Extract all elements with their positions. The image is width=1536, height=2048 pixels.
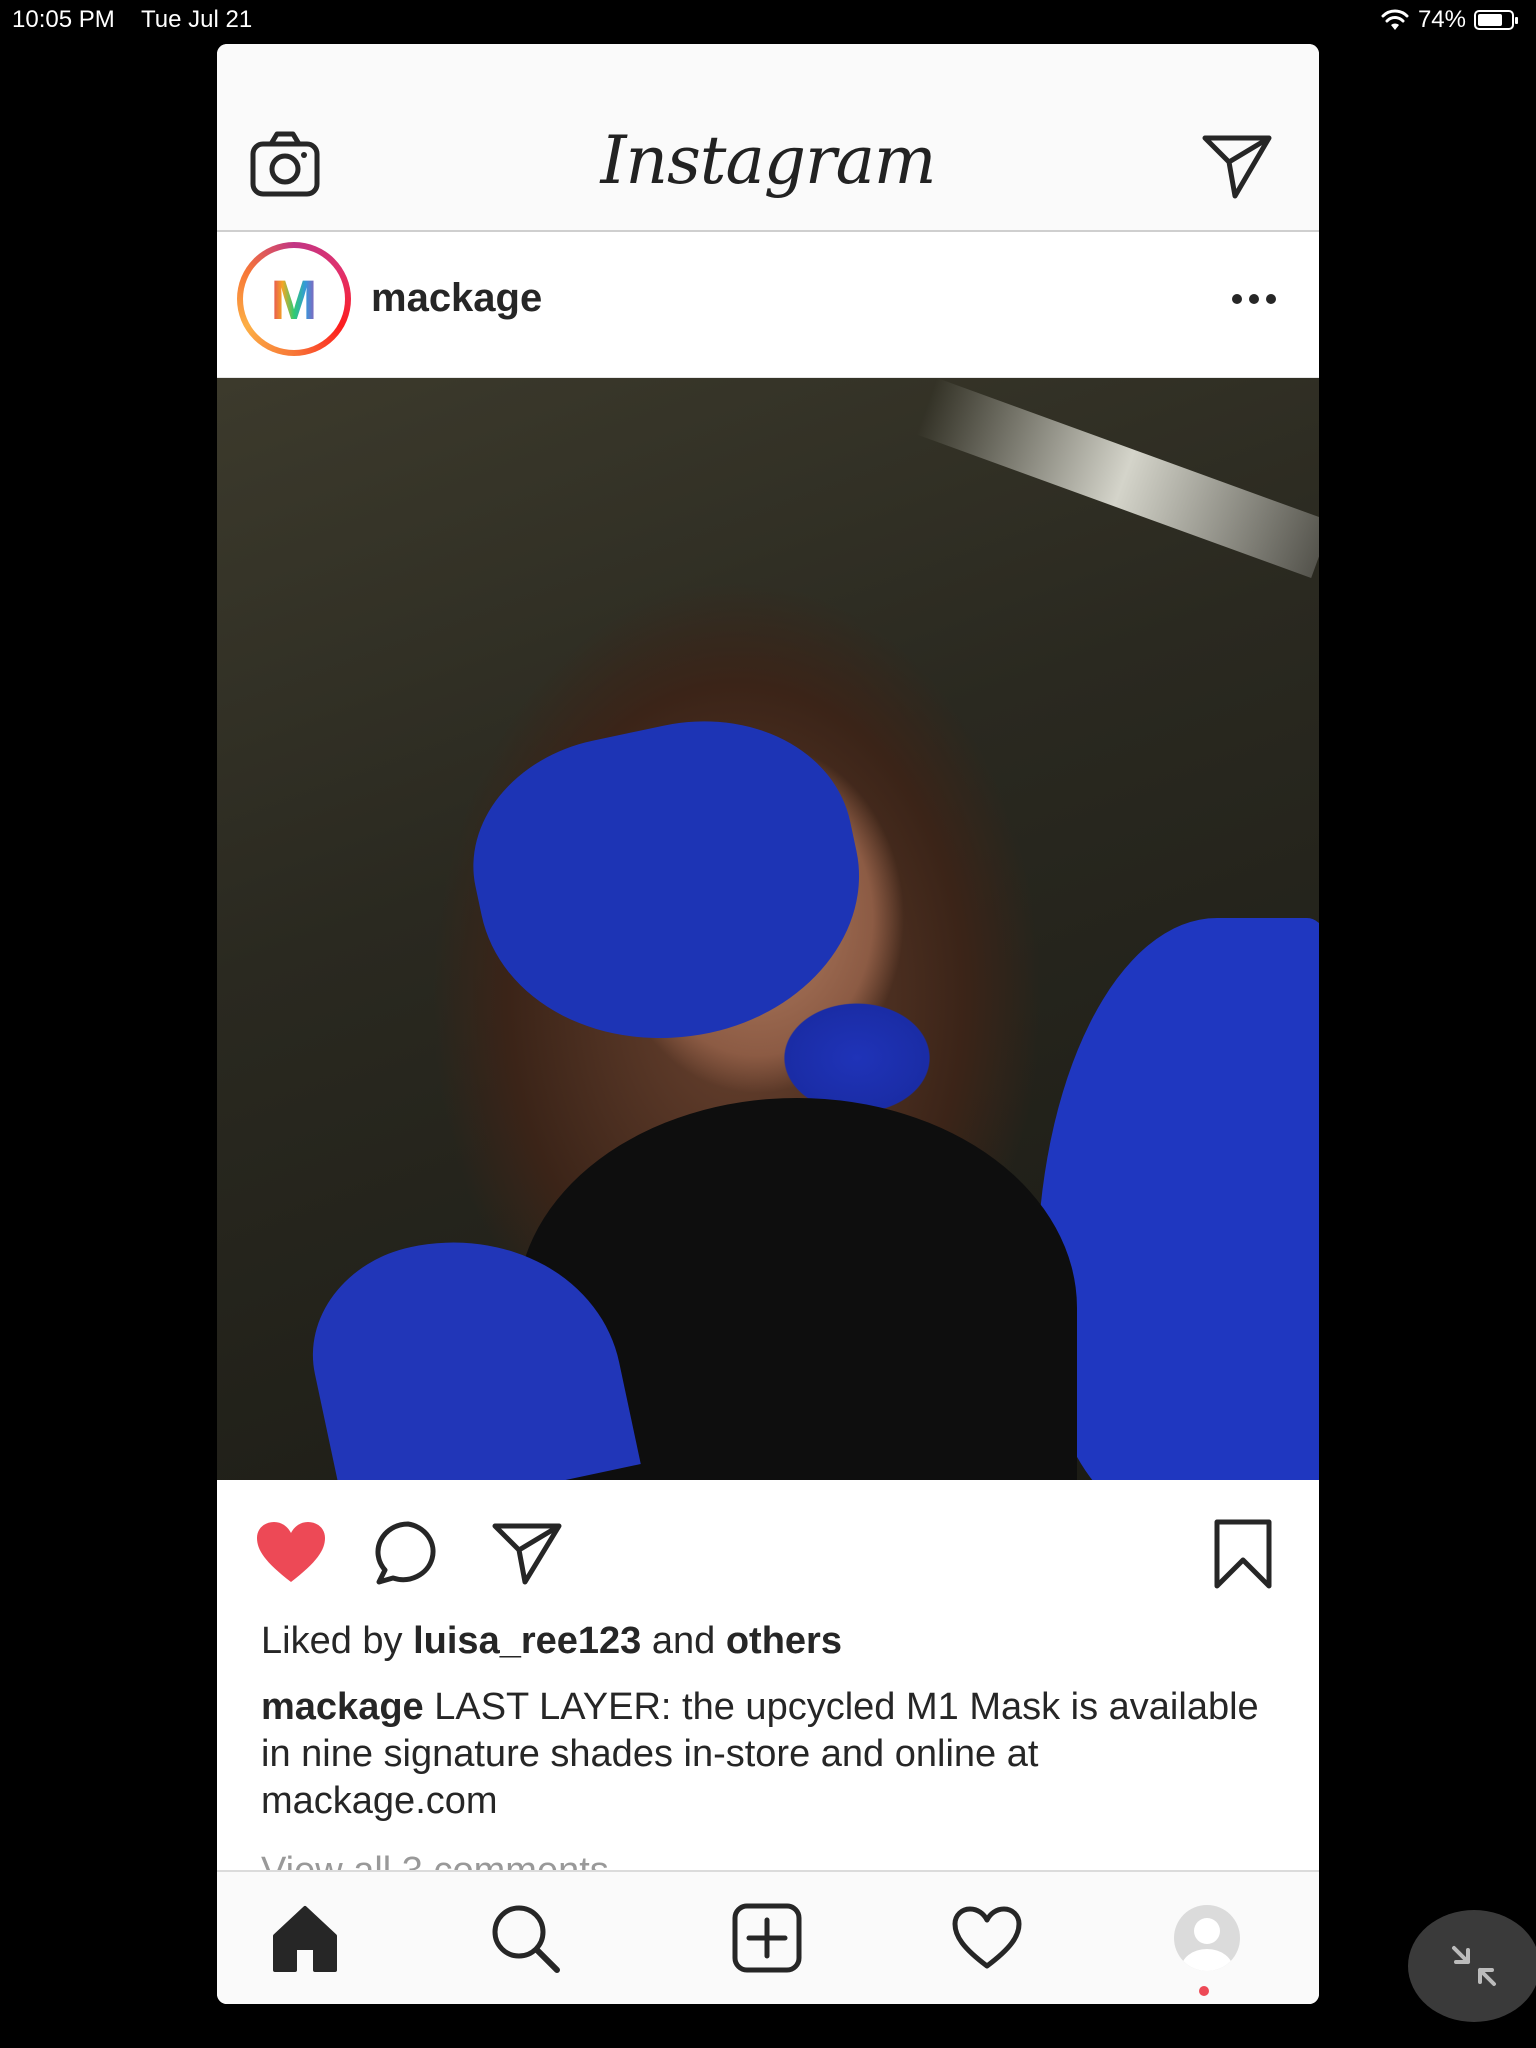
likes-others-link[interactable]: others [726,1620,842,1662]
instagram-app: Instagram M mackage Liked by luisa_ree12… [217,44,1319,2004]
status-right: 74% [1380,6,1518,34]
post-actions [217,1480,1319,1610]
like-heart-icon[interactable] [255,1520,327,1584]
tab-activity[interactable] [949,1900,1025,1976]
likes-user-link[interactable]: luisa_ree123 [413,1620,641,1662]
instagram-logo: Instagram [600,122,936,199]
battery-icon [1474,10,1518,30]
photo-jacket-right [1037,918,1319,1518]
search-icon [492,1905,560,1973]
wifi-icon [1381,9,1409,30]
collapse-arrows-icon [1452,1946,1496,1986]
tab-new-post[interactable] [729,1900,805,1976]
profile-notification-dot [1199,1986,1209,1996]
comment-icon[interactable] [373,1520,443,1586]
likes-and: and [651,1620,716,1662]
avatar-inner: M [243,248,345,350]
profile-icon [1174,1905,1240,1971]
share-icon[interactable] [491,1520,563,1586]
battery-fill [1478,14,1502,26]
top-nav-bar: Instagram [217,44,1319,232]
bottom-tab-bar [217,1870,1319,2004]
bookmark-icon[interactable] [1211,1518,1275,1590]
ellipsis-icon[interactable] [1229,284,1279,314]
likes-summary: Liked by luisa_ree123 and others [261,1618,1271,1665]
avatar[interactable]: M [237,242,351,356]
tab-profile[interactable] [1169,1900,1245,1996]
caption-username[interactable]: mackage [261,1686,424,1728]
exit-fullscreen-button[interactable] [1408,1910,1536,2022]
status-date: Tue Jul 21 [141,6,253,33]
tab-home[interactable] [267,1900,343,1976]
direct-messages-icon[interactable] [1201,132,1273,200]
home-icon [273,1906,337,1972]
activity-heart-icon [952,1906,1022,1969]
new-post-icon [732,1903,802,1973]
status-time: 10:05 PM [12,6,115,33]
battery-percent: 74% [1417,6,1466,33]
tab-search[interactable] [487,1900,563,1976]
photo-blue-mask [450,691,888,1075]
avatar-logo: M [270,267,318,331]
likes-prefix: Liked by [261,1620,403,1662]
post-header: M mackage [217,232,1319,378]
post-username[interactable]: mackage [371,276,542,321]
status-bar: 10:05 PM Tue Jul 21 74% [0,0,1536,40]
photo-light-streak [916,378,1319,579]
post-image[interactable] [217,378,1319,1527]
post-caption: mackage LAST LAYER: the upcycled M1 Mask… [261,1684,1271,1825]
